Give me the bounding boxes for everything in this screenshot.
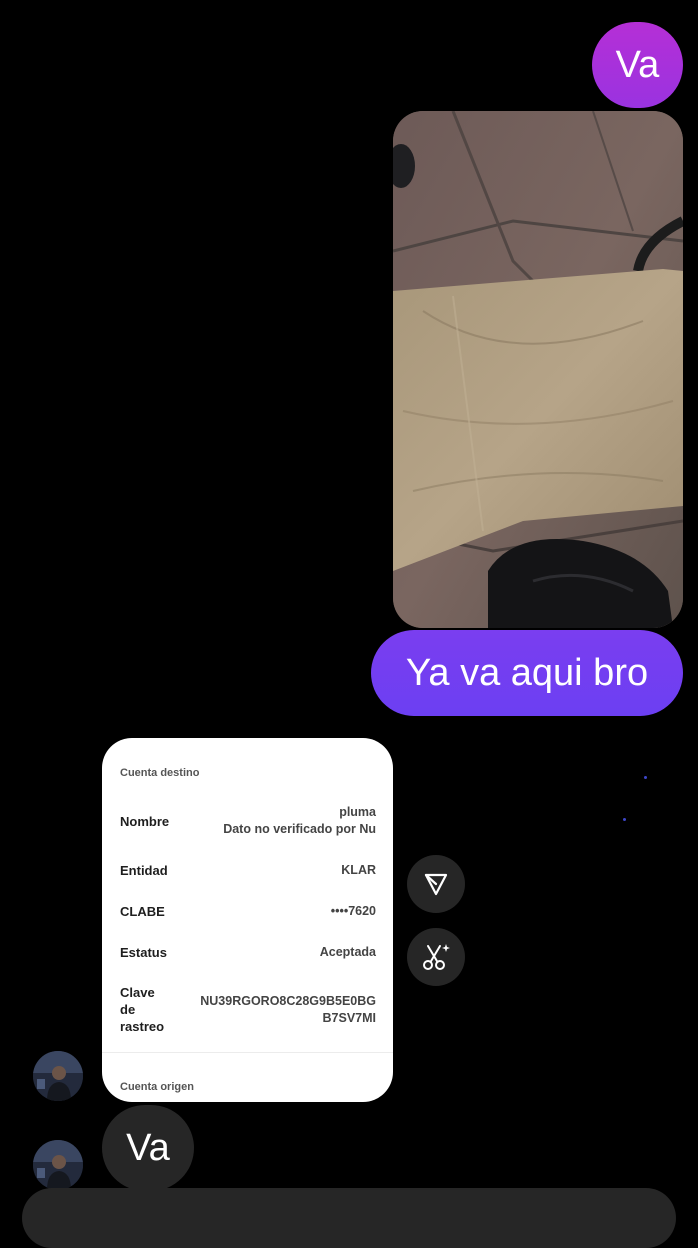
outgoing-message-va[interactable]: Va [592, 22, 683, 108]
paper-bag-photo [393, 111, 683, 628]
message-composer[interactable] [22, 1188, 676, 1248]
background-dot [644, 776, 647, 779]
clave-value-line-2: B7SV7MI [322, 1011, 377, 1025]
avatar-image [33, 1051, 83, 1101]
clave-label-line-3: rastreo [120, 1019, 165, 1034]
clave-label-line-1: Clave [120, 985, 155, 1000]
clabe-value: ••••7620 [330, 904, 376, 918]
clabe-label: CLABE [120, 904, 165, 919]
clave-value-line-1: NU39RGORO8C28G9B5E0BG [200, 994, 376, 1008]
section-cuenta-origen: Cuenta origen [120, 1081, 194, 1093]
clave-label-line-2: de [120, 1002, 136, 1017]
outgoing-message-va-text: Va [615, 44, 660, 86]
entidad-label: Entidad [120, 863, 168, 878]
nombre-note: Dato no verificado por Nu [223, 822, 376, 836]
avatar-image [33, 1140, 83, 1190]
transfer-receipt-card[interactable]: Cuenta destino Nombre pluma Dato no veri… [102, 738, 393, 1102]
paper-plane-icon [424, 873, 448, 896]
photo-message[interactable] [393, 111, 683, 628]
share-button[interactable] [407, 855, 465, 913]
outgoing-message-ya-va-aqui-bro-text: Ya va aqui bro [405, 652, 649, 694]
background-dot [623, 818, 626, 821]
nombre-label: Nombre [120, 814, 170, 829]
cutout-button[interactable] [407, 928, 465, 986]
receipt-divider [102, 1052, 393, 1053]
nombre-value: pluma [339, 805, 376, 819]
scissors-sparkle-icon [423, 944, 450, 970]
entidad-value: KLAR [341, 863, 376, 877]
estatus-label: Estatus [120, 945, 167, 960]
contact-avatar[interactable] [33, 1140, 83, 1190]
incoming-message-va[interactable]: Va [102, 1105, 194, 1191]
contact-avatar[interactable] [33, 1051, 83, 1101]
estatus-value: Aceptada [319, 945, 376, 959]
section-cuenta-destino: Cuenta destino [120, 767, 200, 779]
incoming-message-va-text: Va [126, 1127, 170, 1169]
outgoing-message-ya-va-aqui-bro[interactable]: Ya va aqui bro [371, 630, 683, 716]
